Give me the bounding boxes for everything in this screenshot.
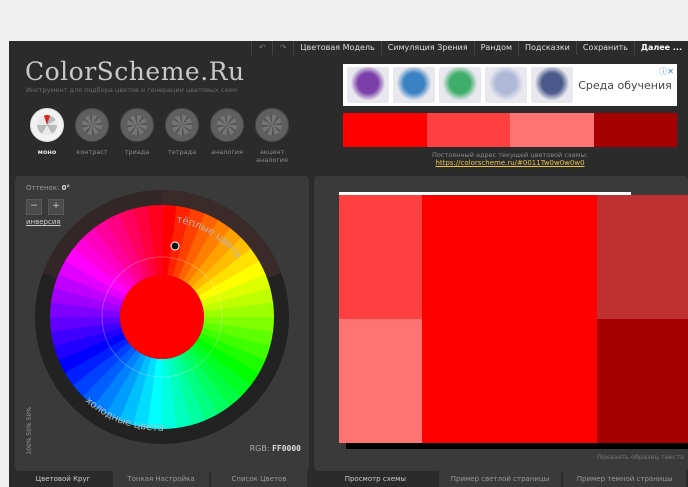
mode-label: моно <box>37 148 57 156</box>
mode-mono[interactable]: моно <box>25 108 69 164</box>
nav-random[interactable]: Рандом <box>473 41 518 55</box>
preview-tabs: Просмотр схемы Пример светлой страницы П… <box>314 471 688 487</box>
tab-fine-tuning[interactable]: Тонкая Настройка <box>113 471 209 487</box>
color-wheel[interactable]: тёплые цвета холодные цвета <box>33 188 291 446</box>
invert-link[interactable]: инверсия <box>26 218 61 226</box>
tagline: Инструмент для подбора цветов и генераци… <box>26 86 238 94</box>
scheme-preview <box>339 192 688 449</box>
advertisement-banner[interactable]: Среда обучения ⓘ✕ <box>343 64 677 106</box>
nav-color-model[interactable]: Цветовая Модель <box>293 41 380 55</box>
hue-minus-button[interactable]: − <box>26 199 42 215</box>
mode-label: триада <box>124 148 150 156</box>
hue-value: 0° <box>61 184 71 192</box>
app-window: ↶ ↷ Цветовая Модель Симуляция Зрения Ран… <box>9 41 688 487</box>
hue-plus-button[interactable]: + <box>48 199 64 215</box>
preview-dark-1[interactable] <box>597 195 688 319</box>
nav-hints[interactable]: Подсказки <box>518 41 576 55</box>
saturation-readout: 100% 50% 50% <box>26 407 33 455</box>
mode-label: акцент аналогия <box>256 148 288 164</box>
ad-thumbnail[interactable] <box>485 67 527 103</box>
mode-label: аналогия <box>211 148 243 156</box>
preview-dark-2[interactable] <box>597 319 688 443</box>
rgb-label: RGB: <box>249 444 270 453</box>
swatch-dark[interactable] <box>593 113 677 147</box>
ad-thumbnail[interactable] <box>531 67 573 103</box>
mode-label: тетрада <box>167 148 197 156</box>
tab-light-page-example[interactable]: Пример светлой страницы <box>438 471 562 487</box>
mode-triad[interactable]: триада <box>115 108 159 164</box>
hue-label: Оттенок: <box>26 184 60 192</box>
show-text-sample-link[interactable]: Показать образец текста <box>597 453 684 461</box>
mono-mode-icon <box>30 108 64 142</box>
ad-thumbnail[interactable] <box>347 67 389 103</box>
tab-color-list[interactable]: Список Цветов <box>211 471 307 487</box>
hue-handle[interactable] <box>170 241 180 251</box>
top-navigation: ↶ ↷ Цветовая Модель Симуляция Зрения Ран… <box>251 41 688 55</box>
accent-analogy-mode-icon <box>255 108 289 142</box>
permalink-label: Постоянный адрес текущей цветовой схемы: <box>431 151 588 159</box>
ad-text[interactable]: Среда обучения <box>573 78 677 93</box>
preview-light-1[interactable] <box>339 195 422 319</box>
color-wheel-panel: тёплые цвета холодные цвета Оттенок: 0° … <box>15 176 309 471</box>
contrast-mode-icon <box>75 108 109 142</box>
info-icon[interactable]: ⓘ✕ <box>659 66 674 77</box>
swatch-light-2[interactable] <box>510 113 594 147</box>
color-swatches <box>343 113 677 147</box>
scheme-modes: моно контраст триада тетрада аналогия ак… <box>25 108 295 164</box>
tab-dark-page-example[interactable]: Пример темной страницы <box>563 471 687 487</box>
preview-light-2[interactable] <box>339 319 422 443</box>
tetrad-mode-icon <box>165 108 199 142</box>
analogy-mode-icon <box>210 108 244 142</box>
tab-color-wheel[interactable]: Цветовой Круг <box>15 471 111 487</box>
mode-label: контраст <box>76 148 108 156</box>
preview-main[interactable] <box>422 195 597 443</box>
triad-mode-icon <box>120 108 154 142</box>
site-logo[interactable]: ColorScheme.Ru <box>25 57 245 86</box>
mode-contrast[interactable]: контраст <box>70 108 114 164</box>
undo-icon[interactable]: ↶ <box>251 41 272 55</box>
hue-readout: Оттенок: 0° <box>26 184 70 192</box>
mode-analogy[interactable]: аналогия <box>205 108 249 164</box>
nav-vision-simulation[interactable]: Симуляция Зрения <box>380 41 474 55</box>
redo-icon[interactable]: ↷ <box>272 41 293 55</box>
rgb-value: FF0000 <box>272 444 301 453</box>
scheme-preview-panel: Показать образец текста <box>314 176 688 471</box>
nav-save[interactable]: Сохранить <box>575 41 634 55</box>
mode-tetrad[interactable]: тетрада <box>160 108 204 164</box>
wheel-tabs: Цветовой Круг Тонкая Настройка Список Цв… <box>15 471 309 487</box>
swatch-primary[interactable] <box>343 113 427 147</box>
mode-accent-analogy[interactable]: акцент аналогия <box>250 108 294 164</box>
rgb-readout: RGB: FF0000 <box>250 444 301 453</box>
ad-thumbnail[interactable] <box>439 67 481 103</box>
tab-scheme-preview[interactable]: Просмотр схемы <box>314 471 437 487</box>
selected-color-center <box>120 275 204 359</box>
swatch-light-1[interactable] <box>426 113 510 147</box>
permalink-link[interactable]: https://colorscheme.ru/#0011Tw0w0w0w0 <box>343 159 677 167</box>
ad-thumbnail[interactable] <box>393 67 435 103</box>
nav-next[interactable]: Далее ... <box>633 41 688 55</box>
